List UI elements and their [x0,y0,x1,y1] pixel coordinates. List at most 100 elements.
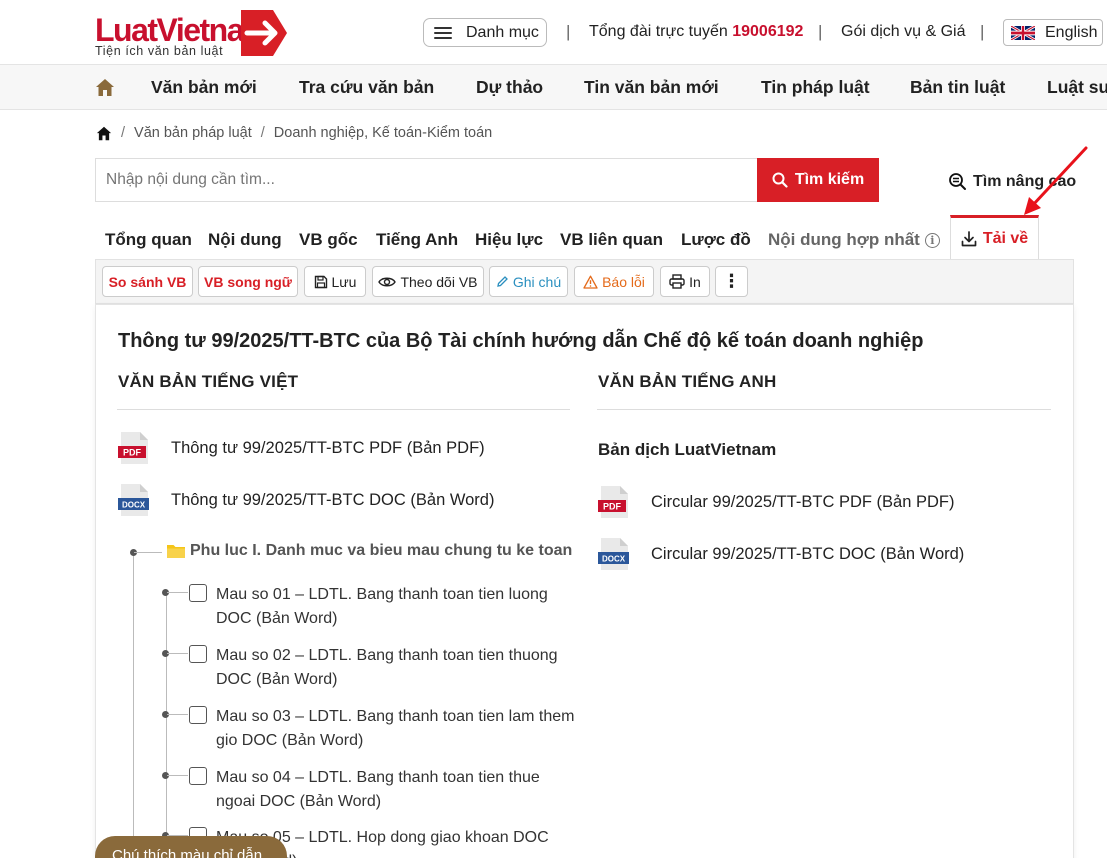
home-icon[interactable] [96,126,112,141]
tab-noi-dung[interactable]: Nội dung [208,230,282,250]
en-pdf-label: Circular 99/2025/TT-BTC PDF (Bản PDF) [651,492,955,511]
color-legend-button[interactable]: Chú thích màu chỉ dẫn [95,836,287,858]
tree-line [134,552,162,553]
note-button[interactable]: Ghi chú [489,266,568,297]
tree-line [167,653,188,654]
en-doc-download[interactable]: DOCX Circular 99/2025/TT-BTC DOC (Bản Wo… [597,537,964,571]
search-input[interactable] [95,158,758,202]
hotline: Tổng đài trực tuyến 19006192 [589,23,803,41]
tree-line [166,592,167,858]
list-item[interactable]: Mau so 01 – LDTL. Bang thanh toan tien l… [216,583,576,630]
warning-icon [583,275,598,289]
main-nav: Văn bản mới Tra cứu văn bản Dự thảo Tin … [0,64,1107,110]
save-label: Lưu [331,273,357,290]
vietnamese-docs-heading: VĂN BẢN TIẾNG VIỆT [118,372,299,391]
report-error-button[interactable]: Báo lỗi [574,266,654,297]
header-separator: | [566,22,571,41]
site-header: LuatVietnam Tiện ích văn bản luật Danh m… [0,0,1107,64]
en-doc-label: Circular 99/2025/TT-BTC DOC (Bản Word) [651,544,965,563]
pdf-file-icon: PDF [118,432,148,464]
tree-line [167,714,188,715]
breadcrumb-item[interactable]: Doanh nghiệp, Kế toán-Kiểm toán [274,125,492,141]
services-pricing-link[interactable]: Gói dịch vụ & Giá [841,23,966,41]
follow-button[interactable]: Theo dõi VB [372,266,484,297]
logo-arrow-icon [241,10,287,56]
appendix-folder[interactable]: Phu luc I. Danh muc va bieu mau chung tu… [166,542,572,560]
vn-pdf-download[interactable]: PDF Thông tư 99/2025/TT-BTC PDF (Bản PDF… [117,431,485,465]
divider [117,409,570,410]
nav-item-van-ban-moi[interactable]: Văn bản mới [151,77,257,98]
note-label: Ghi chú [512,273,562,290]
print-button[interactable]: In [660,266,710,297]
item-checkbox[interactable] [189,767,207,785]
list-item[interactable]: Mau so 03 – LDTL. Bang thanh toan tien l… [216,705,576,752]
tree-line [167,592,188,593]
docx-file-icon: DOCX [598,538,629,570]
docx-file-icon: DOCX [118,484,149,516]
document-title: Thông tư 99/2025/TT-BTC của Bộ Tài chính… [118,330,924,352]
more-options-button[interactable]: ⋮ [715,266,748,297]
save-button[interactable]: Lưu [304,266,366,297]
home-icon[interactable] [95,78,115,97]
header-separator: | [980,22,985,41]
list-item[interactable]: Mau so 02 – LDTL. Bang thanh toan tien t… [216,644,576,691]
search-button[interactable]: Tìm kiếm [757,158,879,202]
nav-item-luat-su[interactable]: Luật sư [1047,77,1107,98]
info-icon[interactable]: i [924,233,940,248]
hotline-number[interactable]: 19006192 [732,23,803,40]
annotation-arrow-icon [1024,146,1088,215]
search-icon [772,172,788,188]
en-pdf-download[interactable]: PDF Circular 99/2025/TT-BTC PDF (Bản PDF… [597,485,955,519]
vn-pdf-label: Thông tư 99/2025/TT-BTC PDF (Bản PDF) [171,438,485,457]
nav-item-tin-van-ban-moi[interactable]: Tin văn bản mới [584,77,719,98]
logo-tagline: Tiện ích văn bản luật [95,44,224,58]
follow-label: Theo dõi VB [400,273,478,290]
svg-text:PDF: PDF [603,502,622,512]
bilingual-button[interactable]: VB song ngữ [198,266,298,297]
nav-item-tra-cuu[interactable]: Tra cứu văn bản [299,77,434,98]
nav-item-ban-tin-luat[interactable]: Bản tin luật [910,77,1005,98]
breadcrumb: / Văn bản pháp luật / Doanh nghiệp, Kế t… [96,125,492,141]
header-separator: | [818,22,823,41]
vn-doc-label: Thông tư 99/2025/TT-BTC DOC (Bản Word) [171,490,495,509]
svg-text:DOCX: DOCX [602,554,626,563]
breadcrumb-item[interactable]: Văn bản pháp luật [134,125,252,141]
category-menu-button[interactable]: Danh mục [423,18,547,47]
compare-button[interactable]: So sánh VB [102,266,193,297]
tab-tieng-anh[interactable]: Tiếng Anh [376,230,458,250]
tab-vb-lien-quan[interactable]: VB liên quan [560,230,663,250]
tab-hieu-luc[interactable]: Hiệu lực [475,230,543,250]
category-menu-label: Danh mục [466,23,539,41]
item-checkbox[interactable] [189,584,207,602]
logo-part1: Luat [95,12,158,48]
tree-line [133,551,134,858]
tab-luoc-do[interactable]: Lược đồ [681,230,751,250]
printer-icon [669,274,685,289]
luatvietnam-logo[interactable]: LuatVietnam Tiện ích văn bản luật [95,8,295,58]
tab-tai-ve[interactable]: Tải về [950,215,1039,260]
search-button-label: Tìm kiếm [794,171,865,188]
pdf-file-icon: PDF [598,486,628,518]
tab-tong-quan[interactable]: Tổng quan [105,230,192,250]
list-item[interactable]: Mau so 04 – LDTL. Bang thanh toan tien t… [216,766,576,813]
nav-item-tin-phap-luat[interactable]: Tin pháp luật [761,77,870,98]
eye-icon [378,277,397,286]
hamburger-icon [434,26,452,39]
translation-heading: Bản dịch LuatVietnam [598,440,777,459]
nav-item-du-thao[interactable]: Dự thảo [476,77,543,98]
svg-text:DOCX: DOCX [122,500,146,509]
vn-doc-download[interactable]: DOCX Thông tư 99/2025/TT-BTC DOC (Bản Wo… [117,483,494,517]
tab-vb-goc[interactable]: VB gốc [299,230,358,250]
report-error-label: Báo lỗi [602,273,645,290]
language-button[interactable]: English [1003,19,1103,46]
uk-flag-icon [1011,25,1035,40]
breadcrumb-separator: / [260,125,265,141]
hotline-label: Tổng đài trực tuyến [589,23,728,40]
english-docs-heading: VĂN BẢN TIẾNG ANH [598,372,777,391]
save-icon [314,275,327,288]
pencil-icon [497,276,508,287]
folder-icon [167,545,185,558]
item-checkbox[interactable] [189,706,207,724]
tab-noi-dung-hop-nhat[interactable]: Nội dung hợp nhất i [768,230,940,250]
item-checkbox[interactable] [189,645,207,663]
